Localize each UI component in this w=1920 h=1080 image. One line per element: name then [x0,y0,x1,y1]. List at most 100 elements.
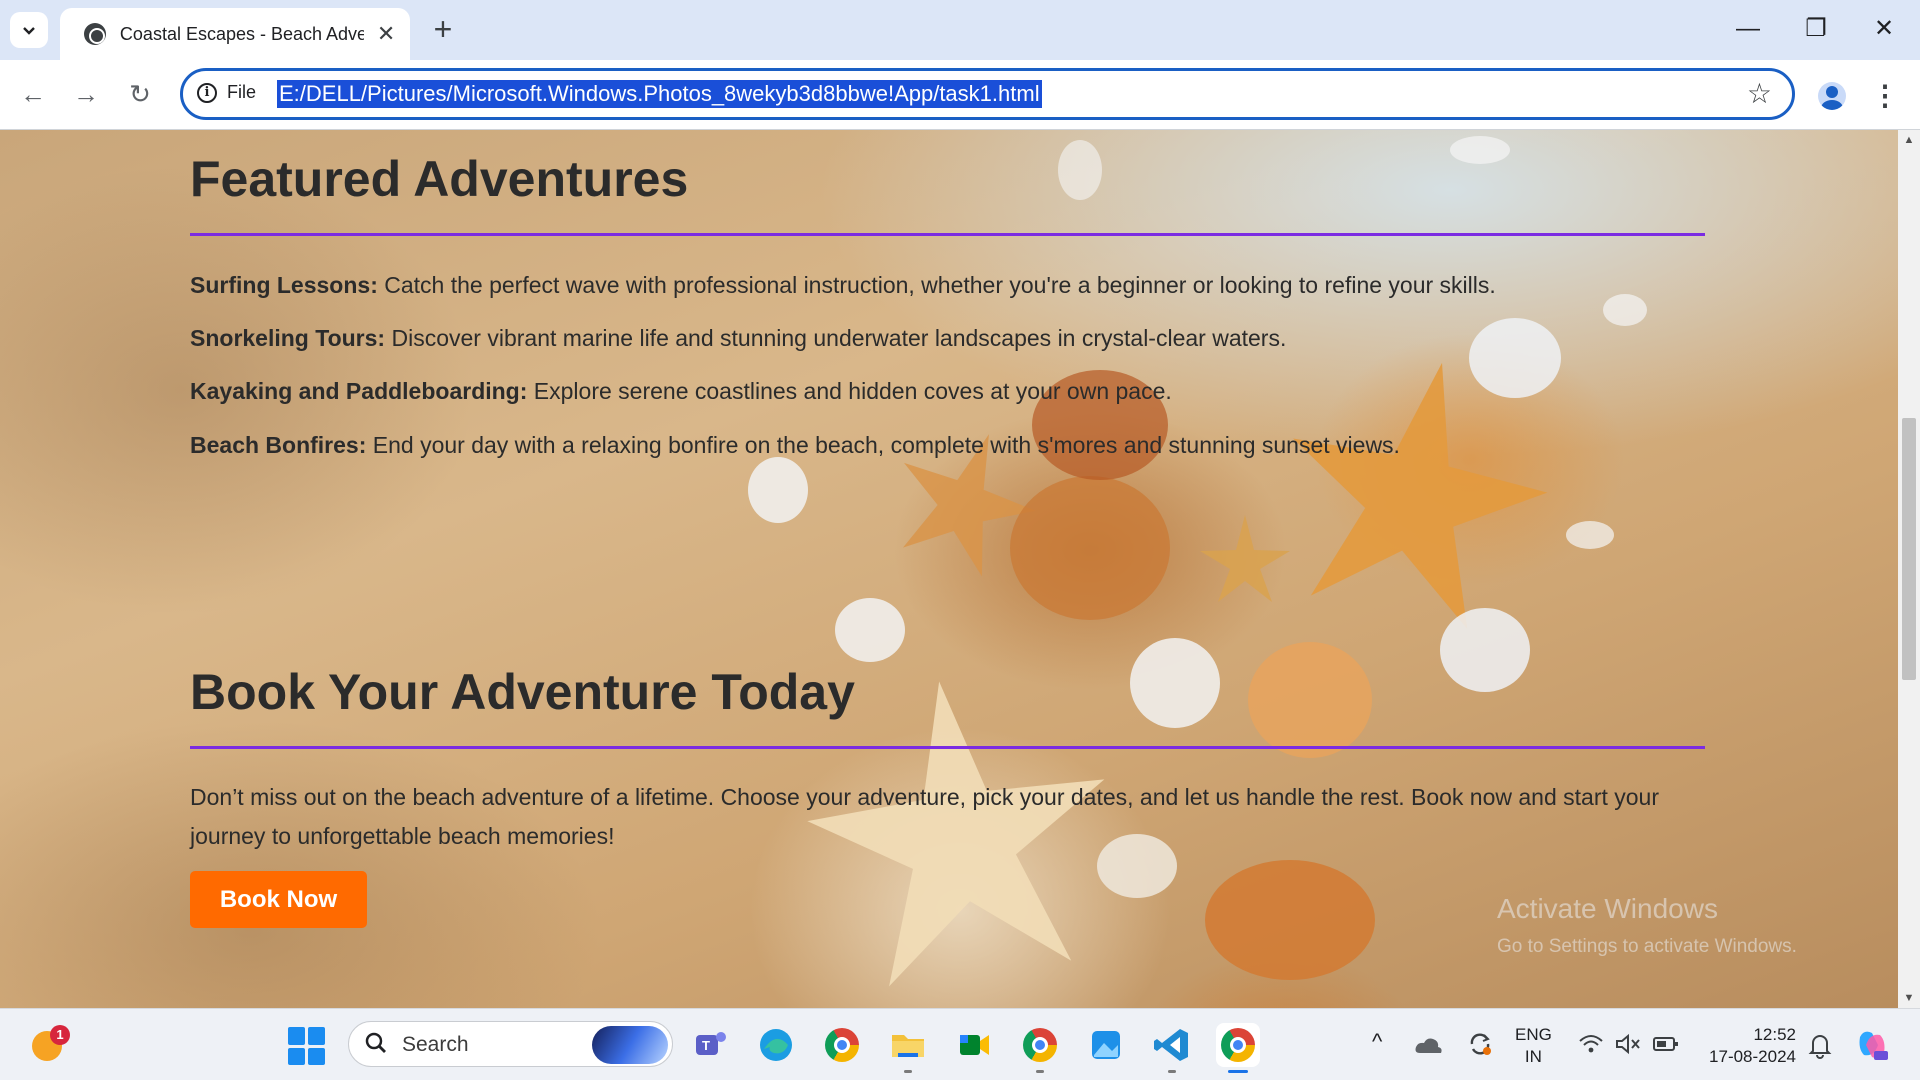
address-bar[interactable]: i File E:/DELL/Pictures/Microsoft.Window… [180,68,1795,120]
feature-name: Kayaking and Paddleboarding: [190,378,528,404]
bookmark-star-icon[interactable]: ☆ [1747,77,1772,110]
section-divider [190,233,1705,236]
shell-icon [1248,642,1372,758]
running-indicator [1036,1070,1044,1073]
feature-name: Snorkeling Tours: [190,325,386,351]
feature-description: End your day with a relaxing bonfire on … [366,432,1400,458]
meet-icon [960,1035,989,1055]
tab-strip: Coastal Escapes - Beach Adventures ✕ + —… [0,0,1920,60]
teams-app[interactable]: T [688,1023,732,1067]
book-adventure-heading: Book Your Adventure Today [190,664,855,720]
profile-button[interactable] [1812,76,1852,116]
feature-item-snorkeling: Snorkeling Tours: Discover vibrant marin… [190,325,1286,352]
vscode-icon [1154,1029,1188,1061]
chrome-app[interactable] [820,1023,864,1067]
chrome-icon [1023,1028,1057,1062]
feature-description: Discover vibrant marine life and stunnin… [385,325,1287,351]
chrome-icon [1221,1028,1255,1062]
vscode-app[interactable] [1150,1023,1194,1073]
pebble-icon [1603,294,1647,326]
forward-button[interactable]: → [66,74,106,114]
back-button[interactable]: ← [13,74,53,114]
starfish-tiny-icon [1200,515,1290,602]
region-code: IN [1524,1047,1542,1066]
wifi-icon[interactable] [1578,1033,1604,1055]
shell-icon [1205,860,1375,980]
photos-icon [1092,1031,1120,1059]
page-scrollbar[interactable]: ▲ ▼ [1898,130,1920,1008]
section-divider [190,746,1705,749]
taskbar-search[interactable]: Search [348,1021,673,1067]
edge-icon [760,1029,792,1061]
browser-tab[interactable]: Coastal Escapes - Beach Adventures ✕ [60,8,410,60]
chrome-app-active[interactable] [1216,1023,1260,1073]
url-text[interactable]: E:/DELL/Pictures/Microsoft.Windows.Photo… [277,80,1042,108]
tab-title: Coastal Escapes - Beach Adventures [119,23,365,44]
windows-taskbar: 1 Search T ^ ENG IN 12:52 17-08-2024 [0,1008,1920,1080]
active-indicator [1228,1070,1248,1073]
edge-app[interactable] [754,1023,798,1067]
start-button[interactable] [288,1027,326,1065]
chevron-down-icon [23,27,35,35]
volume-muted-icon[interactable] [1614,1032,1642,1056]
activate-windows-subtitle: Go to Settings to activate Windows. [1497,936,1797,957]
windows-logo-icon [288,1027,305,1045]
close-window-button[interactable]: ✕ [1854,6,1914,52]
search-label: Search [402,1033,469,1056]
scroll-up-arrow[interactable]: ▲ [1898,130,1920,150]
tab-search-button[interactable] [10,12,48,48]
site-info-label: File [227,82,257,102]
running-indicator [904,1070,912,1073]
teams-icon: T [696,1032,726,1055]
meet-app[interactable] [952,1023,996,1067]
restore-button[interactable]: ❐ [1786,6,1846,52]
folder-icon [892,1035,924,1057]
pebble-icon [1058,140,1102,200]
notification-badge: 1 [50,1025,70,1045]
scroll-thumb[interactable] [1902,418,1916,680]
globe-icon [84,23,106,45]
svg-text:T: T [702,1038,710,1053]
language-code: ENG [1515,1025,1552,1044]
feature-item-surfing: Surfing Lessons: Catch the perfect wave … [190,272,1496,299]
file-explorer-app[interactable] [886,1023,930,1073]
notification-bell-icon[interactable] [1807,1031,1833,1059]
language-indicator[interactable]: ENG IN [1515,1024,1552,1068]
activate-windows-title: Activate Windows [1497,893,1718,924]
pebble-icon [1450,136,1510,164]
feature-item-kayaking: Kayaking and Paddleboarding: Explore ser… [190,378,1172,405]
sync-icon[interactable] [1466,1030,1494,1058]
featured-adventures-heading: Featured Adventures [190,151,689,207]
browser-toolbar: ← → ↻ i File E:/DELL/Pictures/Microsoft.… [0,60,1920,130]
browser-menu-button[interactable]: ⋮ [1870,76,1900,116]
reload-button[interactable]: ↻ [120,74,160,114]
running-indicator [1168,1070,1176,1073]
pebble-icon [1566,521,1614,549]
shell-icon [1469,318,1561,398]
weather-widget[interactable]: 1 [30,1025,70,1065]
feature-item-bonfires: Beach Bonfires: End your day with a rela… [190,432,1400,459]
book-now-button[interactable]: Book Now [190,871,367,928]
site-info-button[interactable]: i File [197,82,256,103]
shell-icon [1010,476,1170,620]
info-icon: i [197,82,217,103]
new-tab-button[interactable]: + [424,10,462,48]
onedrive-icon[interactable] [1414,1033,1444,1057]
tab-close-button[interactable]: ✕ [374,21,398,47]
starfish-large-icon [1293,362,1548,629]
feature-description: Catch the perfect wave with professional… [377,272,1496,298]
search-icon [365,1032,386,1053]
chrome-app[interactable] [1018,1023,1062,1073]
book-description: Don’t miss out on the beach adventure of… [190,784,1660,849]
chrome-icon [825,1028,859,1062]
minimize-button[interactable]: — [1718,6,1778,52]
system-clock[interactable]: 12:52 17-08-2024 [1700,1024,1796,1068]
page-viewport: Featured Adventures Surfing Lessons: Cat… [0,130,1898,1008]
copilot-icon[interactable] [1854,1027,1890,1063]
battery-icon[interactable] [1652,1034,1680,1054]
scroll-down-arrow[interactable]: ▼ [1898,988,1920,1008]
feature-name: Surfing Lessons: [190,272,378,298]
shell-icon [748,457,808,523]
tray-overflow-chevron-icon[interactable]: ^ [1372,1029,1382,1055]
photos-app[interactable] [1084,1023,1128,1067]
